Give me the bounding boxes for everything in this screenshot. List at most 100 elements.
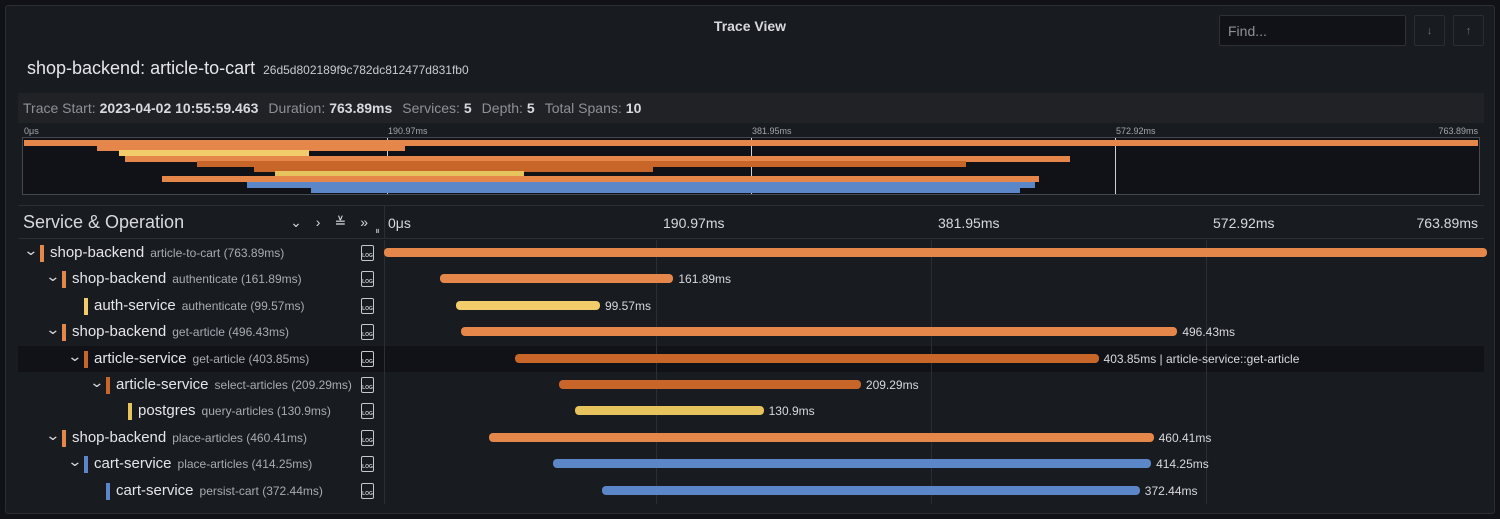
next-match-button[interactable]: ↓ — [1414, 15, 1445, 46]
span-duration-bar[interactable] — [460, 327, 1178, 337]
double-chevron-right-icon[interactable]: » — [360, 214, 368, 231]
service-color-marker — [128, 403, 132, 421]
span-timeline-cell[interactable] — [384, 240, 1487, 267]
span-row[interactable]: ⌄ shop-backend get-article (496.43ms) LOG 49… — [18, 319, 1484, 346]
service-name: shop-backend authenticate (161.89ms) — [72, 270, 302, 287]
service-operation-title: Service & Operation — [23, 211, 185, 232]
span-name-cell[interactable]: ⌄ cart-service place-articles (414.25ms) LO… — [18, 451, 384, 478]
span-duration-label: 372.44ms — [1144, 483, 1198, 498]
operation-name: place-articles (460.41ms) — [172, 430, 307, 445]
chevron-down-icon[interactable]: ⌄ — [45, 427, 60, 444]
log-icon[interactable]: LOG — [361, 245, 374, 261]
chevron-down-icon[interactable]: ⌄ — [23, 242, 38, 259]
chevron-down-icon[interactable]: ⌄ — [67, 348, 82, 365]
depth-value: 5 — [526, 100, 535, 116]
log-icon[interactable]: LOG — [361, 271, 374, 288]
span-timeline-cell[interactable]: 372.44ms — [384, 477, 1484, 504]
span-row[interactable]: cart-service persist-cart (372.44ms) LOG 37… — [18, 477, 1484, 504]
operation-name: get-article (403.85ms) — [192, 351, 310, 366]
chevron-down-icon[interactable]: ⌄ — [290, 214, 302, 231]
span-duration-bar[interactable] — [552, 459, 1152, 469]
chevron-down-icon[interactable]: ⌄ — [89, 374, 104, 391]
find-input[interactable] — [1219, 15, 1406, 46]
chevron-down-icon[interactable]: ⌄ — [45, 321, 60, 338]
span-timeline-cell[interactable]: 209.29ms — [384, 371, 1484, 399]
minimap-gridline — [1115, 138, 1116, 194]
timeline-gridline — [1206, 266, 1207, 293]
timeline-gridline — [931, 292, 932, 320]
span-duration-bar[interactable] — [602, 485, 1140, 495]
span-row[interactable]: ⌄ shop-backend article-to-cart (763.89ms) L… — [18, 240, 1487, 267]
duration-value: 763.89ms — [329, 100, 393, 116]
span-timeline-cell[interactable]: 403.85ms | article-service::get-article — [384, 345, 1484, 372]
span-row[interactable]: ⌄ shop-backend authenticate (161.89ms) LOG 1… — [18, 266, 1484, 293]
chevron-down-icon[interactable]: ⌄ — [67, 453, 82, 470]
span-row[interactable]: ⌄ shop-backend place-articles (460.41ms) LO… — [18, 424, 1484, 452]
timeline-ticks: 0μs 190.97ms 381.95ms 572.92ms 763.89ms — [384, 206, 1484, 238]
log-icon[interactable]: LOG — [361, 403, 374, 420]
span-row[interactable]: ⌄ article-service select-articles (209.29m… — [18, 371, 1484, 399]
log-icon[interactable]: LOG — [361, 429, 374, 446]
log-icon[interactable]: LOG — [361, 456, 374, 473]
span-name-cell[interactable]: ⌄ shop-backend place-articles (460.41ms) LO… — [18, 424, 384, 452]
minimap-canvas[interactable] — [22, 137, 1480, 195]
timeline-gridline — [1206, 477, 1207, 504]
span-timeline-cell[interactable]: 130.9ms — [384, 398, 1484, 425]
span-name-cell[interactable]: ⌄ shop-backend get-article (496.43ms) LOG — [18, 319, 384, 346]
log-icon[interactable]: LOG — [361, 482, 374, 499]
span-duration-bar[interactable] — [384, 248, 1487, 257]
services-value: 5 — [463, 100, 472, 116]
depth-label: Depth: — [481, 100, 523, 116]
span-row[interactable]: auth-service authenticate (99.57ms) LOG 99.… — [18, 292, 1484, 320]
service-name: shop-backend get-article (496.43ms) — [72, 323, 289, 340]
column-resize-handle[interactable]: ⏸ — [375, 226, 380, 237]
timeline-tick-label: 763.89ms — [1416, 215, 1478, 231]
span-duration-bar[interactable] — [439, 274, 674, 284]
span-timeline-cell[interactable]: 414.25ms — [384, 451, 1484, 478]
service-label: cart-service — [94, 455, 172, 473]
minimap-span-bar — [311, 186, 1021, 193]
log-icon[interactable]: LOG — [361, 376, 374, 393]
span-name-cell[interactable]: ⌄ shop-backend article-to-cart (763.89ms) L… — [18, 240, 384, 267]
service-label: article-service — [116, 375, 209, 393]
log-icon[interactable]: LOG — [361, 350, 374, 367]
span-duration-bar[interactable] — [558, 379, 861, 389]
span-timeline-cell[interactable]: 460.41ms — [384, 424, 1484, 452]
span-timeline-cell[interactable]: 99.57ms — [384, 292, 1484, 320]
trace-minimap[interactable]: 0μs 190.97ms 381.95ms 572.92ms 763.89ms — [22, 123, 1480, 201]
service-label: auth-service — [94, 296, 176, 314]
minimap-tick-label: 0μs — [24, 126, 39, 136]
span-duration-bar[interactable] — [515, 353, 1099, 363]
total-spans-label: Total Spans: — [544, 100, 622, 116]
span-name-cell[interactable]: cart-service persist-cart (372.44ms) LOG — [18, 477, 384, 504]
operation-name: authenticate (99.57ms) — [181, 298, 305, 313]
service-color-marker — [62, 271, 66, 289]
service-name: shop-backend article-to-cart (763.89ms) — [50, 244, 284, 261]
span-name-cell[interactable]: ⌄ article-service get-article (403.85ms) LO… — [18, 345, 384, 372]
span-name-cell[interactable]: postgres query-articles (130.9ms) LOG — [18, 398, 384, 425]
span-timeline-cell[interactable]: 496.43ms — [384, 319, 1484, 346]
service-name: auth-service authenticate (99.57ms) — [94, 297, 304, 314]
span-timeline-cell[interactable]: 161.89ms — [384, 266, 1484, 293]
log-icon[interactable]: LOG — [361, 324, 374, 341]
span-duration-label: 460.41ms — [1158, 430, 1212, 445]
chevron-down-icon[interactable]: ⌄ — [45, 268, 60, 285]
span-name-cell[interactable]: ⌄ article-service select-articles (209.29m… — [18, 371, 384, 399]
span-duration-bar[interactable] — [456, 300, 600, 310]
log-icon[interactable]: LOG — [361, 297, 374, 314]
arrow-down-icon: ↓ — [1426, 24, 1433, 37]
span-name-cell[interactable]: auth-service authenticate (99.57ms) LOG — [18, 292, 384, 320]
span-name-cell[interactable]: ⌄ shop-backend authenticate (161.89ms) LOG — [18, 266, 384, 293]
service-color-marker — [106, 482, 110, 500]
timeline-header: Service & Operation ⌄ › ≚ » ⏸ 0μs 190.97m… — [18, 205, 1484, 239]
span-duration-bar[interactable] — [488, 432, 1154, 442]
prev-match-button[interactable]: ↑ — [1453, 15, 1484, 46]
span-row[interactable]: postgres query-articles (130.9ms) LOG 130.9… — [18, 398, 1484, 425]
double-chevron-down-icon[interactable]: ≚ — [334, 214, 346, 231]
chevron-right-icon[interactable]: › — [316, 214, 321, 231]
span-row[interactable]: ⌄ article-service get-article (403.85ms) LO… — [18, 345, 1484, 372]
minimap-tick-label: 763.89ms — [1438, 126, 1478, 136]
span-row[interactable]: ⌄ cart-service place-articles (414.25ms) LO… — [18, 451, 1484, 478]
span-duration-bar[interactable] — [574, 406, 764, 416]
service-label: cart-service — [116, 481, 194, 499]
